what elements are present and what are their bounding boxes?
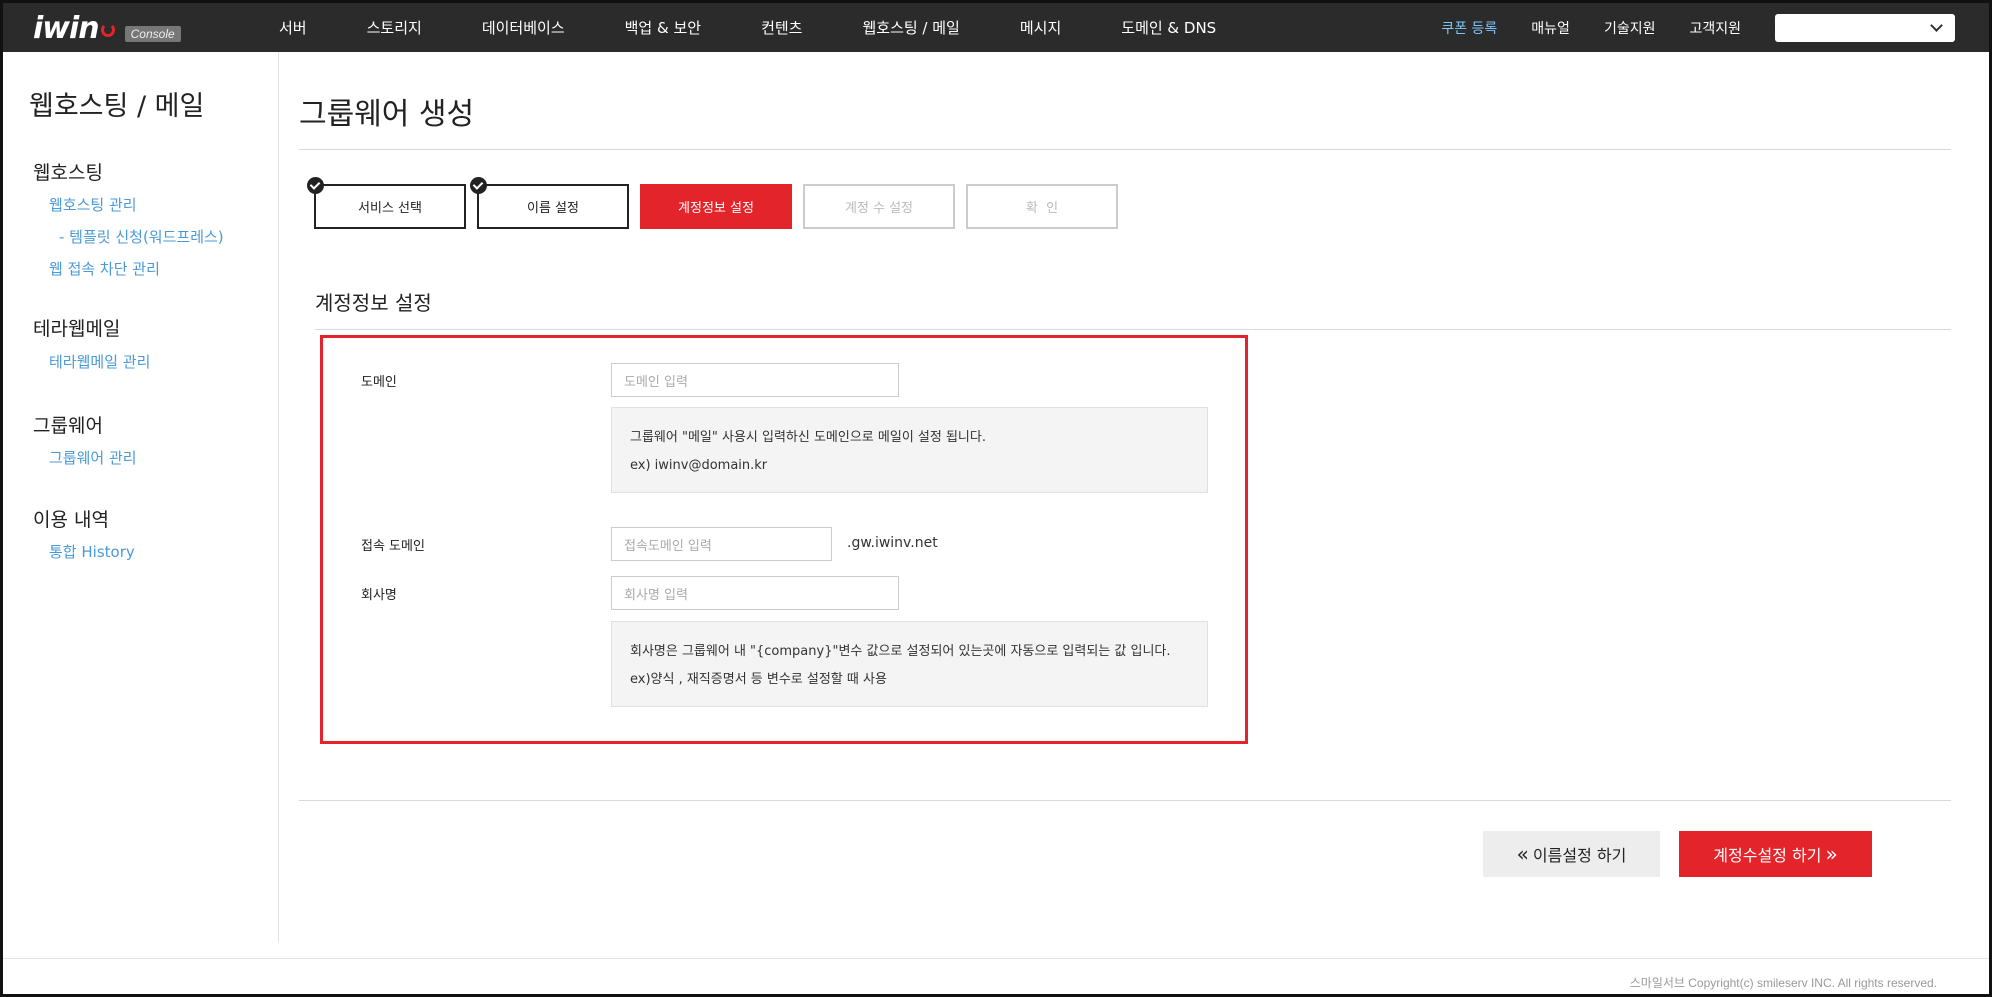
section-title: 계정정보 설정	[315, 291, 432, 315]
company-label: 회사명	[361, 588, 397, 603]
step-account-count: 계정 수 설정	[803, 184, 955, 229]
step-label: 계정정보 설정	[678, 201, 754, 216]
utility-menu: 쿠폰 등록 매뉴얼 기술지원 고객지원	[1441, 3, 1989, 52]
domain-note-line2: ex) iwinv@domain.kr	[630, 458, 768, 473]
step-service-select[interactable]: 서비스 선택	[307, 177, 466, 229]
step-label: 계정 수 설정	[844, 201, 914, 216]
next-step-button[interactable]: 계정수설정 하기 »	[1679, 831, 1872, 877]
prev-step-button[interactable]: « 이름설정 하기	[1483, 831, 1660, 877]
double-chevron-right-icon: »	[1825, 842, 1838, 866]
console-badge: Console	[124, 26, 181, 42]
step-confirm: 확 인	[966, 184, 1118, 229]
nav-item-server[interactable]: 서버	[279, 17, 307, 38]
check-icon	[470, 177, 487, 194]
sidebar-item-template-wordpress[interactable]: - 템플릿 신청(워드프레스)	[59, 226, 224, 247]
manual-link[interactable]: 매뉴얼	[1531, 18, 1570, 38]
sidebar-group-groupware: 그룹웨어	[33, 415, 103, 437]
account-info-form: 도메인 도메인 입력 그룹웨어 "메일" 사용시 입력하신 도메인으로 메일이 …	[320, 335, 1248, 744]
main-nav: 서버 스토리지 데이터베이스 백업 & 보안 컨텐츠 웹호스팅 / 메일 메시지…	[279, 3, 1276, 52]
sidebar-item-web-block[interactable]: 웹 접속 차단 관리	[49, 258, 160, 279]
nav-item-database[interactable]: 데이터베이스	[482, 17, 565, 38]
check-icon	[307, 177, 324, 194]
sidebar-group-webhosting: 웹호스팅	[33, 162, 103, 184]
step-label: 서비스 선택	[358, 201, 422, 216]
sidebar-item-history[interactable]: 통합 History	[49, 541, 135, 562]
company-note-line1: 회사명은 그룹웨어 내 "{company}"변수 값으로 설정되어 있는곳에 …	[630, 644, 1171, 659]
domain-input[interactable]: 도메인 입력	[611, 363, 899, 397]
sidebar: 웹호스팅 / 메일 웹호스팅 웹호스팅 관리 - 템플릿 신청(워드프레스) 웹…	[3, 52, 279, 942]
domain-note-line1: 그룹웨어 "메일" 사용시 입력하신 도메인으로 메일이 설정 됩니다.	[630, 430, 986, 445]
title-divider	[299, 149, 1951, 150]
tech-support-link[interactable]: 기술지원	[1604, 18, 1656, 38]
sidebar-title: 웹호스팅 / 메일	[29, 91, 205, 122]
sidebar-group-usage-history: 이용 내역	[33, 509, 109, 531]
next-step-label: 계정수설정 하기	[1713, 846, 1822, 865]
customer-support-link[interactable]: 고객지원	[1689, 18, 1741, 38]
chevron-down-icon	[1930, 18, 1943, 32]
logo-text: iwin	[33, 10, 100, 46]
section-divider	[315, 329, 1951, 330]
footer-divider	[3, 958, 1989, 959]
nav-item-storage[interactable]: 스토리지	[367, 17, 422, 38]
nav-item-message[interactable]: 메시지	[1020, 17, 1061, 38]
account-select[interactable]	[1775, 13, 1955, 42]
double-chevron-left-icon: «	[1516, 842, 1529, 866]
footer-copyright: 스마일서브 Copyright(c) smileserv INC. All ri…	[1629, 976, 1937, 990]
access-domain-suffix: .gw.iwinv.net	[847, 535, 938, 551]
app-window: iwin Console 서버 스토리지 데이터베이스 백업 & 보안 컨텐츠 …	[0, 0, 1992, 997]
sidebar-item-webhosting-manage[interactable]: 웹호스팅 관리	[49, 194, 137, 215]
step-label: 이름 설정	[527, 201, 579, 216]
sidebar-group-terawebmail: 테라웹메일	[33, 318, 121, 340]
step-account-info[interactable]: 계정정보 설정	[640, 184, 792, 229]
access-domain-input[interactable]: 접속도메인 입력	[611, 527, 832, 561]
company-input[interactable]: 회사명 입력	[611, 576, 899, 610]
sidebar-item-terawebmail-manage[interactable]: 테라웹메일 관리	[49, 351, 150, 372]
prev-step-label: 이름설정 하기	[1532, 846, 1627, 865]
company-help-note: 회사명은 그룹웨어 내 "{company}"변수 값으로 설정되어 있는곳에 …	[611, 621, 1208, 707]
nav-item-domain-dns[interactable]: 도메인 & DNS	[1121, 17, 1216, 38]
logo-smile-icon	[100, 23, 115, 37]
logo[interactable]: iwin Console	[33, 10, 181, 46]
step-label: 확 인	[1025, 201, 1059, 216]
nav-item-backup-security[interactable]: 백업 & 보안	[625, 17, 701, 38]
sidebar-item-groupware-manage[interactable]: 그룹웨어 관리	[49, 447, 137, 468]
form-bottom-divider	[299, 800, 1951, 801]
nav-item-webhosting-mail[interactable]: 웹호스팅 / 메일	[862, 17, 959, 38]
domain-label: 도메인	[361, 375, 397, 390]
company-note-line2: ex)양식 , 재직증명서 등 변수로 설정할 때 사용	[630, 672, 887, 687]
step-name-setting[interactable]: 이름 설정	[470, 177, 629, 229]
coupon-link[interactable]: 쿠폰 등록	[1441, 18, 1497, 38]
page-title: 그룹웨어 생성	[299, 97, 475, 132]
nav-item-contents[interactable]: 컨텐츠	[761, 17, 802, 38]
top-navigation-bar: iwin Console 서버 스토리지 데이터베이스 백업 & 보안 컨텐츠 …	[3, 3, 1989, 52]
access-domain-label: 접속 도메인	[361, 539, 425, 554]
domain-help-note: 그룹웨어 "메일" 사용시 입력하신 도메인으로 메일이 설정 됩니다. ex)…	[611, 407, 1208, 493]
